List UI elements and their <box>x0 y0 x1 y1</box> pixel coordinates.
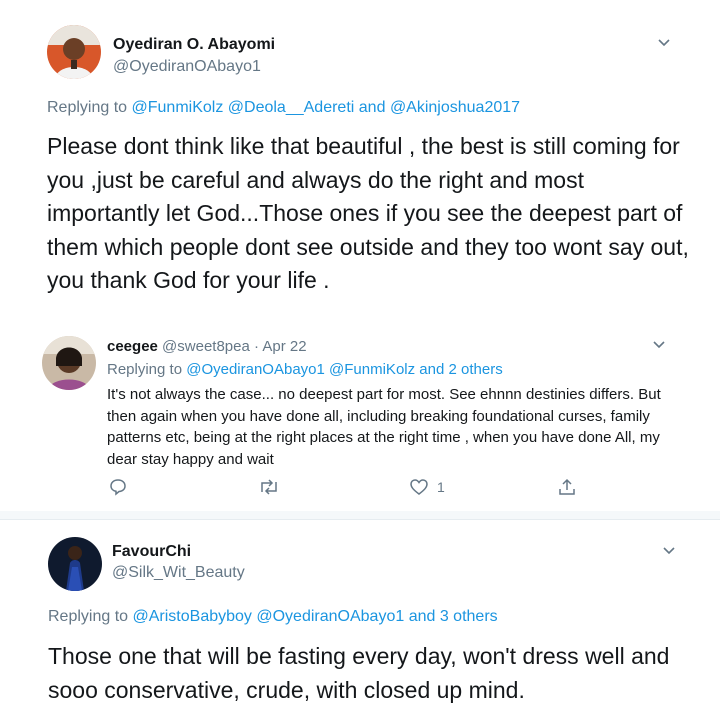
display-name[interactable]: FavourChi <box>112 543 191 561</box>
chevron-down-icon[interactable] <box>655 33 673 51</box>
mention-link[interactable]: @Akinjoshua2017 <box>390 99 520 116</box>
tweet-text: Please dont think like that beautiful , … <box>47 133 689 294</box>
retweet-icon <box>258 477 280 497</box>
user-handle[interactable]: @Silk_Wit_Beauty <box>112 564 245 582</box>
share-icon <box>557 477 577 497</box>
others-link[interactable]: and 3 others <box>409 608 498 625</box>
separator-dot: · <box>254 338 259 355</box>
like-button[interactable]: 1 <box>409 477 445 497</box>
reply-button[interactable] <box>108 477 128 497</box>
mention-link[interactable]: @FunmiKolz <box>132 99 224 116</box>
chevron-down-icon[interactable] <box>660 541 678 559</box>
like-count: 1 <box>437 479 445 495</box>
card-divider <box>0 511 720 519</box>
mention-link[interactable]: @OyediranOAbayo1 <box>256 608 404 625</box>
display-name[interactable]: Oyediran O. Abayomi <box>113 36 275 54</box>
reply-icon <box>108 477 128 497</box>
heart-icon <box>409 477 429 497</box>
avatar[interactable] <box>42 336 96 390</box>
mention-link[interactable]: @AristoBabyboy <box>133 608 252 625</box>
avatar[interactable] <box>47 25 101 79</box>
user-handle[interactable]: @sweet8pea <box>162 338 250 355</box>
tweet-date[interactable]: Apr 22 <box>262 338 306 355</box>
share-button[interactable] <box>557 477 577 497</box>
others-link[interactable]: and 2 others <box>419 361 502 378</box>
replying-to-label: Replying to <box>47 99 128 116</box>
retweet-button[interactable] <box>258 477 280 497</box>
replying-to-line: Replying to @AristoBabyboy @OyediranOAba… <box>48 608 498 626</box>
reply-header: ceegee @sweet8pea · Apr 22 <box>107 338 307 355</box>
user-handle[interactable]: @OyediranOAbayo1 <box>113 58 261 76</box>
mention-link[interactable]: @OyediranOAbayo1 <box>186 361 325 378</box>
display-name[interactable]: ceegee <box>107 338 158 355</box>
replying-to-label: Replying to <box>48 608 129 625</box>
mention-link[interactable]: @Deola__Adereti <box>228 99 355 116</box>
chevron-down-icon[interactable] <box>650 335 668 353</box>
avatar[interactable] <box>48 537 102 591</box>
mention-link[interactable]: @FunmiKolz <box>329 361 415 378</box>
replying-to-line: Replying to @FunmiKolz @Deola__Adereti a… <box>47 99 520 117</box>
tweet-text: It's not always the case... no deepest p… <box>107 386 661 468</box>
tweet-text: Those one that will be fasting every day… <box>48 643 670 703</box>
mention-conjunction: and <box>358 99 386 116</box>
replying-to-line: Replying to @OyediranOAbayo1 @FunmiKolz … <box>107 361 503 378</box>
replying-to-label: Replying to <box>107 361 183 378</box>
